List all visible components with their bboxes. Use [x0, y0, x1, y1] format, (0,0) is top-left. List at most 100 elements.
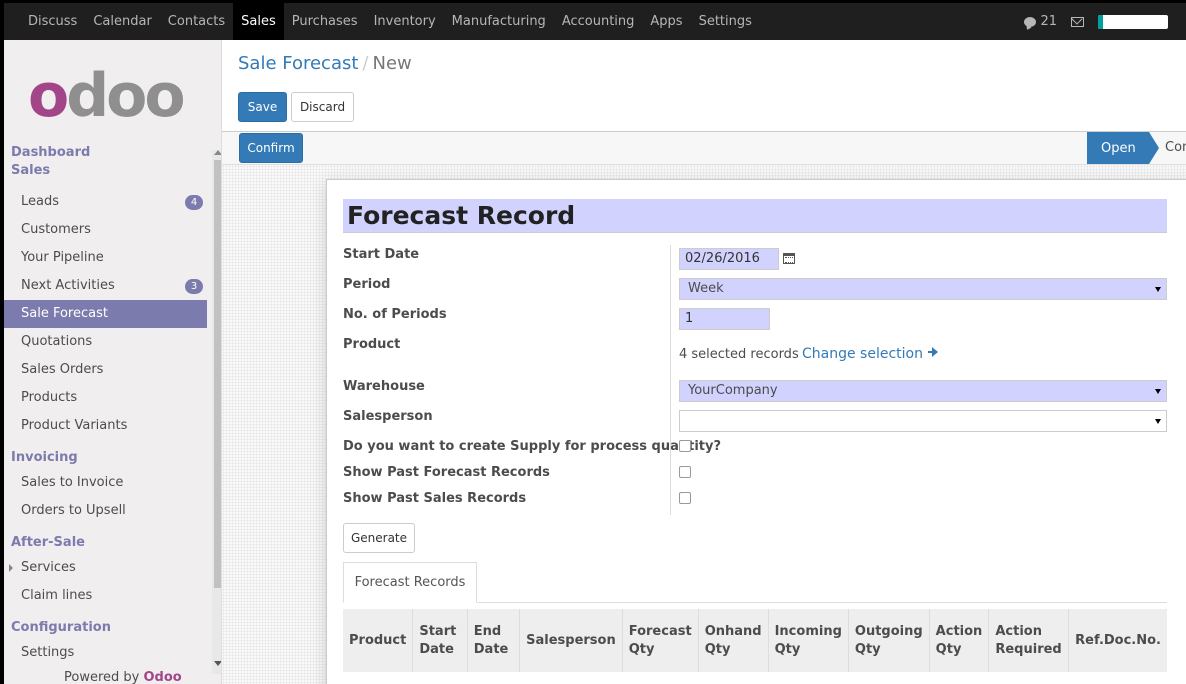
- sidebar-item-quotations[interactable]: Quotations: [4, 328, 207, 356]
- top-navbar: Discuss Calendar Contacts Sales Purchase…: [0, 0, 1186, 40]
- menu-manufacturing[interactable]: Manufacturing: [444, 3, 554, 40]
- sidebar-item-settings[interactable]: Settings: [4, 639, 207, 667]
- menu-inventory[interactable]: Inventory: [366, 3, 444, 40]
- confirm-button[interactable]: Confirm: [239, 133, 303, 163]
- col-end-date[interactable]: End Date: [467, 609, 521, 672]
- forecast-records-table: Product Start Date End Date Salesperson …: [343, 609, 1167, 672]
- status-open[interactable]: Open: [1087, 132, 1159, 164]
- sidebar-item-label: Product Variants: [21, 418, 128, 433]
- col-product[interactable]: Product: [343, 609, 414, 672]
- user-menu[interactable]: [1098, 14, 1168, 29]
- col-forecast-qty[interactable]: Forecast Qty: [622, 609, 699, 672]
- status-next[interactable]: Con: [1165, 132, 1186, 164]
- menu-purchases[interactable]: Purchases: [284, 3, 366, 40]
- sidebar-item-leads[interactable]: Leads 4: [4, 188, 207, 216]
- sidebar-scroll-thumb[interactable]: [214, 160, 221, 588]
- sidebar-item-label: Sale Forecast: [21, 306, 108, 321]
- menu-accounting[interactable]: Accounting: [554, 3, 643, 40]
- breadcrumb-parent[interactable]: Sale Forecast: [238, 53, 358, 74]
- menu-apps[interactable]: Apps: [642, 3, 690, 40]
- sidebar-section-after-sale[interactable]: After-Sale: [4, 534, 207, 552]
- col-action-qty[interactable]: Action Qty: [929, 609, 990, 672]
- menu-sales[interactable]: Sales: [233, 3, 284, 40]
- col-incoming-qty[interactable]: Incoming Qty: [768, 609, 849, 672]
- sidebar-item-products[interactable]: Products: [4, 384, 207, 412]
- dropdown-arrow-icon: [1155, 419, 1161, 424]
- odoo-logo[interactable]: odoo: [28, 66, 186, 126]
- sidebar-section-dashboard[interactable]: Dashboard: [4, 144, 207, 162]
- sidebar-item-claim-lines[interactable]: Claim lines: [4, 582, 207, 610]
- tab-forecast-records[interactable]: Forecast Records: [343, 562, 477, 603]
- product-label: Product: [343, 337, 401, 352]
- envelope-icon[interactable]: [1071, 16, 1084, 27]
- col-outgoing-qty[interactable]: Outgoing Qty: [848, 609, 930, 672]
- discard-button[interactable]: Discard: [291, 92, 354, 122]
- sidebar-item-label: Quotations: [21, 334, 93, 349]
- salesperson-select[interactable]: [679, 410, 1167, 432]
- sidebar-section-sales[interactable]: Sales: [4, 162, 207, 180]
- show-past-sales-label: Show Past Sales Records: [343, 491, 527, 506]
- caret-right-icon: [9, 564, 13, 572]
- col-salesperson[interactable]: Salesperson: [519, 609, 623, 672]
- messages-count: 21: [1040, 14, 1057, 29]
- sidebar-item-label: Sales Orders: [21, 362, 104, 377]
- period-select[interactable]: Week: [679, 278, 1167, 300]
- sidebar-item-product-variants[interactable]: Product Variants: [4, 412, 207, 440]
- sidebar-item-label: Next Activities: [21, 278, 115, 293]
- start-date-input[interactable]: 02/26/2016: [679, 248, 779, 270]
- menu-contacts[interactable]: Contacts: [160, 3, 233, 40]
- col-ref-doc-no[interactable]: Ref.Doc.No.: [1069, 609, 1167, 672]
- col-action-required[interactable]: Action Required: [988, 609, 1070, 672]
- sidebar-item-next-activities[interactable]: Next Activities 3: [4, 272, 207, 300]
- save-button[interactable]: Save: [238, 92, 287, 122]
- period-label: Period: [343, 277, 391, 292]
- show-past-sales-checkbox[interactable]: [679, 492, 691, 504]
- sidebar-section-configuration[interactable]: Configuration: [4, 619, 207, 637]
- menu-discuss[interactable]: Discuss: [20, 3, 85, 40]
- menu-settings[interactable]: Settings: [691, 3, 760, 40]
- change-selection-link[interactable]: Change selection: [802, 346, 938, 362]
- sidebar-item-sale-forecast[interactable]: Sale Forecast: [4, 300, 207, 328]
- sidebar-item-customers[interactable]: Customers: [4, 216, 207, 244]
- start-date-label: Start Date: [343, 247, 420, 262]
- messages-button[interactable]: 21: [1024, 14, 1057, 29]
- form-statusbar: Confirm Open Con: [222, 131, 1186, 165]
- app-menu: Discuss Calendar Contacts Sales Purchase…: [20, 3, 760, 40]
- show-past-forecast-label: Show Past Forecast Records: [343, 465, 550, 480]
- show-past-forecast-checkbox[interactable]: [679, 466, 691, 478]
- col-onhand-qty[interactable]: Onhand Qty: [698, 609, 769, 672]
- sidebar-item-label: Customers: [21, 222, 91, 237]
- dropdown-arrow-icon: [1155, 389, 1161, 394]
- form-sheet: Forecast Record Start Date Period No. of…: [326, 179, 1186, 684]
- table-header-row: Product Start Date End Date Salesperson …: [343, 609, 1167, 672]
- menu-calendar[interactable]: Calendar: [85, 3, 159, 40]
- breadcrumb-separator: /: [362, 53, 369, 74]
- sidebar-item-label: Sales to Invoice: [21, 475, 124, 490]
- chat-bubble-icon: [1024, 16, 1037, 27]
- sidebar-menu: Dashboard Sales Leads 4 Customers Your P…: [4, 144, 207, 667]
- sidebar-item-label: Orders to Upsell: [21, 503, 126, 518]
- powered-by: Powered by Odoo: [64, 670, 182, 684]
- num-periods-input[interactable]: 1: [679, 308, 770, 330]
- calendar-icon[interactable]: [783, 253, 795, 264]
- scroll-up-icon[interactable]: [214, 150, 221, 155]
- create-supply-checkbox[interactable]: [679, 440, 691, 452]
- sidebar-item-services[interactable]: Services: [4, 554, 207, 582]
- sidebar-section-invoicing[interactable]: Invoicing: [4, 449, 207, 467]
- forecast-name-input[interactable]: Forecast Record: [343, 199, 1167, 233]
- col-start-date[interactable]: Start Date: [412, 609, 468, 672]
- sidebar-item-your-pipeline[interactable]: Your Pipeline: [4, 244, 207, 272]
- sidebar-item-sales-orders[interactable]: Sales Orders: [4, 356, 207, 384]
- scroll-down-icon[interactable]: [214, 661, 221, 666]
- dropdown-arrow-icon: [1155, 287, 1161, 292]
- sidebar: odoo Dashboard Sales Leads 4 Customers Y…: [0, 40, 222, 684]
- sidebar-item-label: Services: [21, 560, 76, 575]
- sidebar-item-orders-to-upsell[interactable]: Orders to Upsell: [4, 497, 207, 525]
- sidebar-item-sales-to-invoice[interactable]: Sales to Invoice: [4, 469, 207, 497]
- arrow-right-icon: [927, 347, 938, 357]
- powered-by-link[interactable]: Odoo: [144, 670, 182, 684]
- generate-button[interactable]: Generate: [343, 523, 415, 553]
- warehouse-label: Warehouse: [343, 379, 425, 394]
- main-content: Sale Forecast / New Save Discard Confirm O…: [222, 40, 1186, 684]
- warehouse-select[interactable]: YourCompany: [679, 380, 1167, 402]
